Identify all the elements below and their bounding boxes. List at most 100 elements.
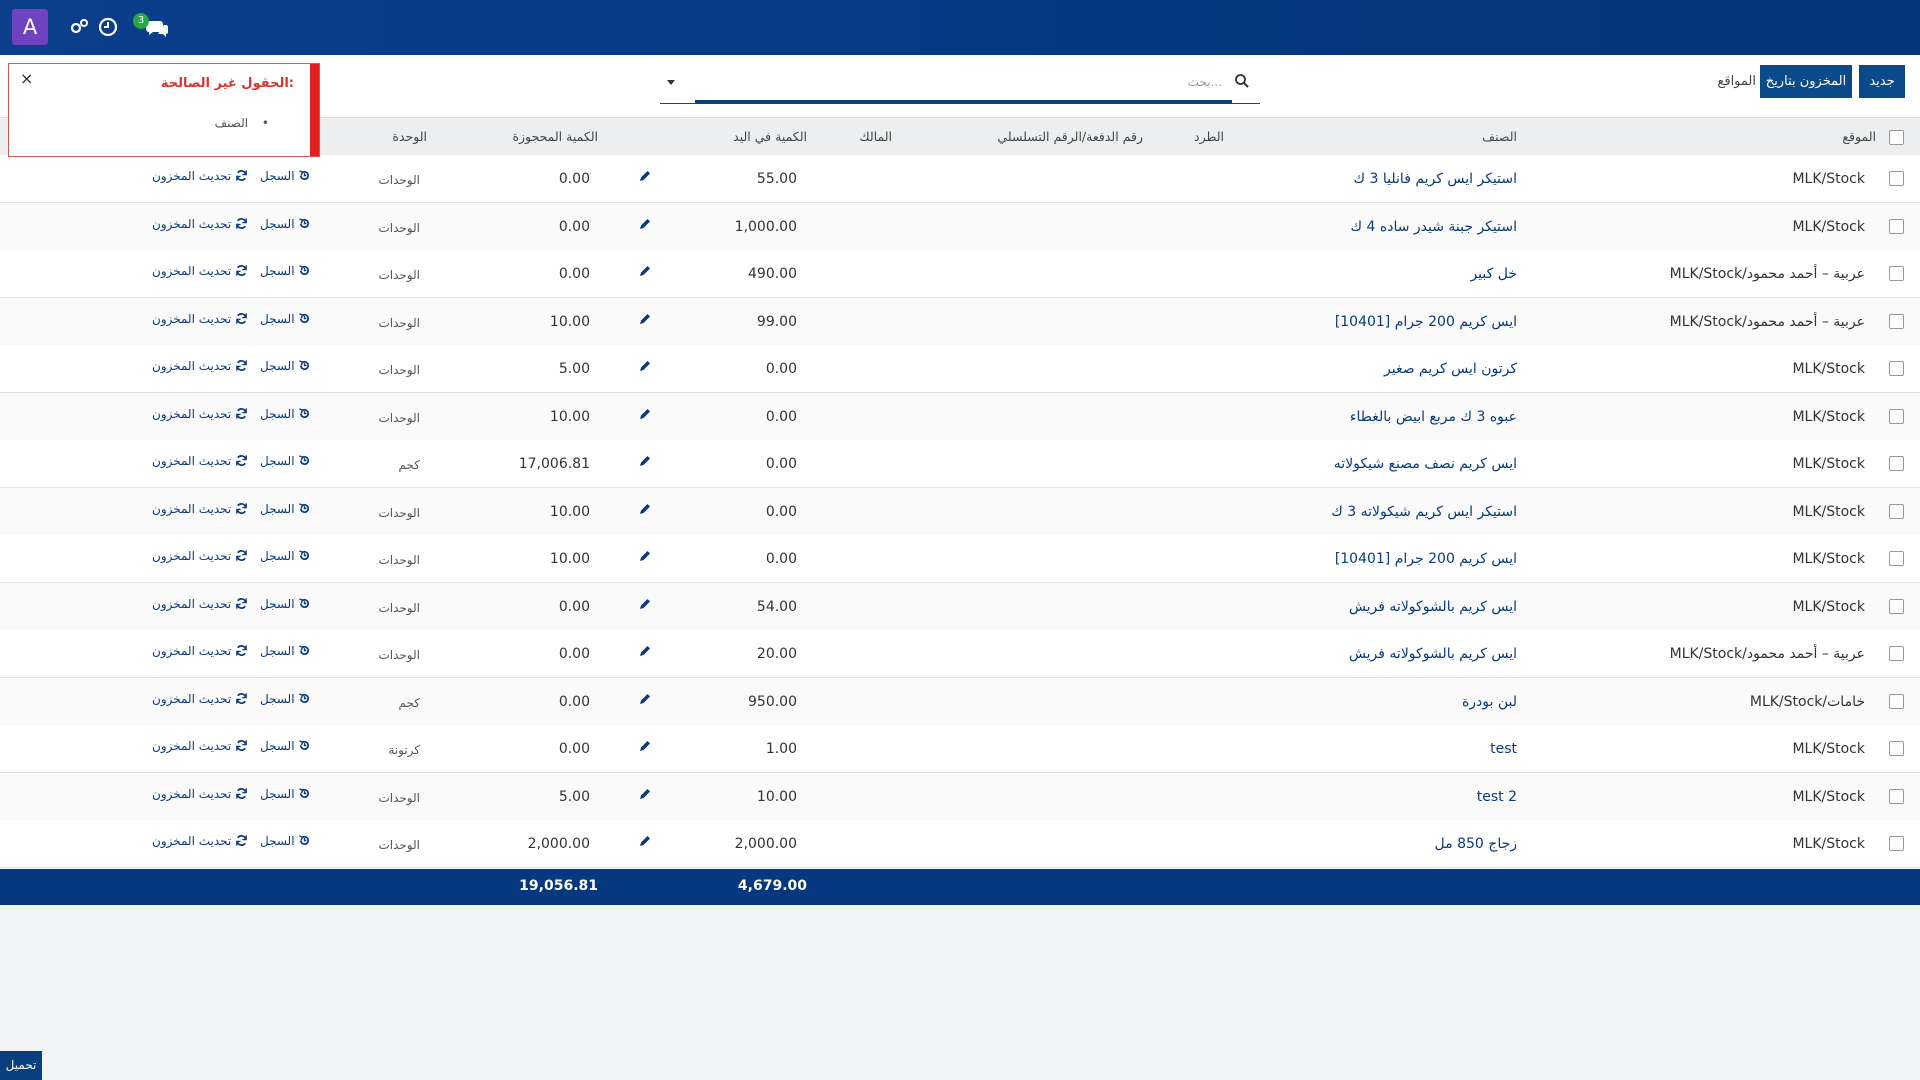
clock-icon[interactable] [96,15,120,39]
row-checkbox[interactable] [1889,646,1904,661]
table-row[interactable]: MLK/Stock/خامات لبن بودرة 950.00 0.00 كج… [0,678,1920,726]
row-checkbox[interactable] [1889,361,1904,376]
update-quantity-button[interactable]: تحديث المخزون [152,454,248,468]
cell-product[interactable]: استيكر ايس كريم فانليا 3 ك [1354,171,1517,187]
history-button[interactable]: السجل [260,359,311,373]
update-quantity-button[interactable]: تحديث المخزون [152,217,248,231]
cell-product[interactable]: test 2 [1477,789,1517,805]
new-button[interactable]: جديد [1859,65,1905,98]
header-package[interactable]: الطرد [1194,129,1224,144]
select-all-checkbox[interactable] [1889,130,1904,145]
pencil-icon[interactable] [638,692,652,706]
pencil-icon[interactable] [638,739,652,753]
activities-icon[interactable] [67,15,91,39]
pencil-icon[interactable] [638,597,652,611]
cell-product[interactable]: [10401] ايس كريم 200 جرام [1335,551,1517,567]
row-checkbox[interactable] [1889,551,1904,566]
table-row[interactable]: MLK/Stock/عربية – أحمد محمود خل كبير 490… [0,250,1920,298]
search-bar[interactable]: بحث... [660,65,1260,104]
close-icon[interactable]: × [20,69,33,88]
pencil-icon[interactable] [638,217,652,231]
update-quantity-button[interactable]: تحديث المخزون [152,407,248,421]
row-checkbox[interactable] [1889,456,1904,471]
history-button[interactable]: السجل [260,739,311,753]
table-row[interactable]: MLK/Stock/عربية – أحمد محمود ايس كريم با… [0,630,1920,678]
header-product[interactable]: الصنف [1482,129,1517,144]
header-location[interactable]: الموقع [1842,129,1876,144]
update-quantity-button[interactable]: تحديث المخزون [152,312,248,326]
history-button[interactable]: السجل [260,787,311,801]
pencil-icon[interactable] [638,169,652,183]
row-checkbox[interactable] [1889,741,1904,756]
cell-product[interactable]: استيكر جبنة شيدر ساده 4 ك [1351,219,1518,235]
table-row[interactable]: MLK/Stock استيكر ايس كريم فانليا 3 ك 55.… [0,155,1920,203]
cell-product[interactable]: ايس كريم بالشوكولاته فريش [1349,599,1517,615]
table-row[interactable]: MLK/Stock كرتون ايس كريم صغير 0.00 5.00 … [0,345,1920,393]
row-checkbox[interactable] [1889,789,1904,804]
row-checkbox[interactable] [1889,599,1904,614]
row-checkbox[interactable] [1889,171,1904,186]
row-checkbox[interactable] [1889,266,1904,281]
history-button[interactable]: السجل [260,692,311,706]
table-row[interactable]: MLK/Stock test 2 10.00 5.00 الوحدات السج… [0,773,1920,821]
pencil-icon[interactable] [638,644,652,658]
row-checkbox[interactable] [1889,314,1904,329]
history-button[interactable]: السجل [260,264,311,278]
pencil-icon[interactable] [638,264,652,278]
history-button[interactable]: السجل [260,644,311,658]
table-row[interactable]: MLK/Stock test 1.00 0.00 كرتونة السجل تح… [0,725,1920,773]
pencil-icon[interactable] [638,407,652,421]
header-owner[interactable]: المالك [859,129,892,144]
update-quantity-button[interactable]: تحديث المخزون [152,739,248,753]
history-button[interactable]: السجل [260,169,311,183]
update-quantity-button[interactable]: تحديث المخزون [152,549,248,563]
pencil-icon[interactable] [638,312,652,326]
history-button[interactable]: السجل [260,407,311,421]
history-button[interactable]: السجل [260,597,311,611]
cell-product[interactable]: كرتون ايس كريم صغير [1384,361,1517,377]
cell-product[interactable]: ايس كريم نصف مصنع شيكولاته [1334,456,1517,472]
update-quantity-button[interactable]: تحديث المخزون [152,502,248,516]
cell-product[interactable]: ايس كريم بالشوكولاته فريش [1349,646,1517,662]
update-quantity-button[interactable]: تحديث المخزون [152,644,248,658]
update-quantity-button[interactable]: تحديث المخزون [152,264,248,278]
cell-product[interactable]: زجاج 850 مل [1435,836,1517,852]
table-row[interactable]: MLK/Stock زجاج 850 مل 2,000.00 2,000.00 … [0,820,1920,868]
cell-product[interactable]: استيكر ايس كريم شيكولاته 3 ك [1331,504,1517,520]
row-checkbox[interactable] [1889,409,1904,424]
header-on-hand[interactable]: الكمية في اليد [733,129,807,144]
history-button[interactable]: السجل [260,454,311,468]
pencil-icon[interactable] [638,502,652,516]
pencil-icon[interactable] [638,454,652,468]
cell-product[interactable]: test [1490,741,1517,757]
cell-product[interactable]: عبوه 3 ك مربع ابيض بالغطاء [1350,409,1517,425]
cell-product[interactable]: خل كبير [1470,266,1517,282]
table-row[interactable]: MLK/Stock/عربية – أحمد محمود [10401] ايس… [0,298,1920,346]
pencil-icon[interactable] [638,787,652,801]
header-lot[interactable]: رقم الدفعة/الرقم التسلسلي [997,129,1143,144]
history-button[interactable]: السجل [260,502,311,516]
update-quantity-button[interactable]: تحديث المخزون [152,597,248,611]
table-row[interactable]: MLK/Stock استيكر ايس كريم شيكولاته 3 ك 0… [0,488,1920,536]
search-icon[interactable] [1234,73,1250,89]
inventory-at-date-button[interactable]: المخزون بتاريخ [1760,65,1852,98]
chevron-down-icon[interactable] [664,75,678,89]
update-quantity-button[interactable]: تحديث المخزون [152,359,248,373]
cell-product[interactable]: [10401] ايس كريم 200 جرام [1335,314,1517,330]
row-checkbox[interactable] [1889,694,1904,709]
update-quantity-button[interactable]: تحديث المخزون [152,834,248,848]
history-button[interactable]: السجل [260,834,311,848]
update-quantity-button[interactable]: تحديث المخزون [152,169,248,183]
header-reserved[interactable]: الكمية المحجوزة [512,129,598,144]
row-checkbox[interactable] [1889,836,1904,851]
pencil-icon[interactable] [638,549,652,563]
table-row[interactable]: MLK/Stock [10401] ايس كريم 200 جرام 0.00… [0,535,1920,583]
pencil-icon[interactable] [638,834,652,848]
table-row[interactable]: MLK/Stock ايس كريم نصف مصنع شيكولاته 0.0… [0,440,1920,488]
update-quantity-button[interactable]: تحديث المخزون [152,787,248,801]
header-uom[interactable]: الوحدة [392,129,427,144]
row-checkbox[interactable] [1889,219,1904,234]
table-row[interactable]: MLK/Stock ايس كريم بالشوكولاته فريش 54.0… [0,583,1920,631]
table-row[interactable]: MLK/Stock عبوه 3 ك مربع ابيض بالغطاء 0.0… [0,393,1920,441]
history-button[interactable]: السجل [260,312,311,326]
